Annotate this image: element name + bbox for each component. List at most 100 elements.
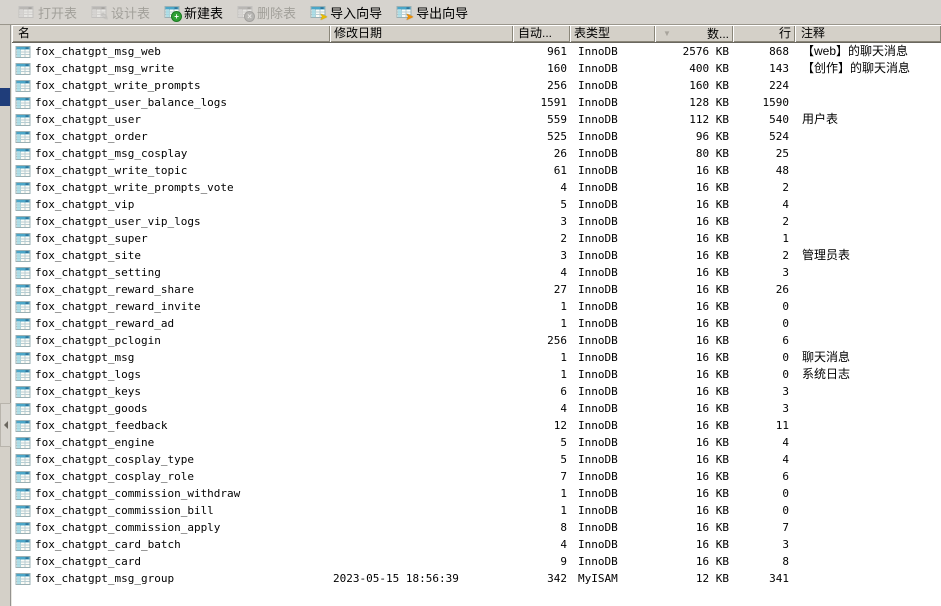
data-length-cell: 16 KB: [655, 417, 733, 434]
row-count-cell: 224: [733, 77, 795, 94]
table-name: fox_chatgpt_reward_share: [35, 281, 194, 298]
table-type-cell: InnoDB: [570, 60, 655, 77]
row-count-cell: 25: [733, 145, 795, 162]
table-row[interactable]: fox_chatgpt_vip 5 InnoDB 16 KB 4: [12, 196, 941, 213]
auto-increment-cell: 1591: [513, 94, 570, 111]
table-row[interactable]: fox_chatgpt_super 2 InnoDB 16 KB 1: [12, 230, 941, 247]
table-row[interactable]: fox_chatgpt_write_prompts_vote 4 InnoDB …: [12, 179, 941, 196]
table-name: fox_chatgpt_msg: [35, 349, 134, 366]
table-row[interactable]: fox_chatgpt_cosplay_role 7 InnoDB 16 KB …: [12, 468, 941, 485]
auto-increment-cell: 8: [513, 519, 570, 536]
table-name: fox_chatgpt_logs: [35, 366, 141, 383]
table-row[interactable]: fox_chatgpt_goods 4 InnoDB 16 KB 3: [12, 400, 941, 417]
table-row[interactable]: fox_chatgpt_order 525 InnoDB 96 KB 524: [12, 128, 941, 145]
auto-increment-cell: 525: [513, 128, 570, 145]
table-row[interactable]: fox_chatgpt_reward_ad 1 InnoDB 16 KB 0: [12, 315, 941, 332]
column-header-name[interactable]: 名: [12, 25, 330, 42]
table-row[interactable]: fox_chatgpt_user 559 InnoDB 112 KB 540 用…: [12, 111, 941, 128]
row-count-cell: 868: [733, 43, 795, 60]
row-count-cell: 26: [733, 281, 795, 298]
design-table-button[interactable]: ✎ 设计表: [87, 0, 158, 24]
table-type-cell: InnoDB: [570, 43, 655, 60]
export-wizard-button[interactable]: ➤ 导出向导: [392, 0, 476, 24]
table-row[interactable]: fox_chatgpt_write_topic 61 InnoDB 16 KB …: [12, 162, 941, 179]
data-length-cell: 16 KB: [655, 400, 733, 417]
table-icon: [15, 231, 31, 247]
table-row[interactable]: fox_chatgpt_pclogin 256 InnoDB 16 KB 6: [12, 332, 941, 349]
table-row[interactable]: fox_chatgpt_user_vip_logs 3 InnoDB 16 KB…: [12, 213, 941, 230]
table-row[interactable]: fox_chatgpt_user_balance_logs 1591 InnoD…: [12, 94, 941, 111]
table-icon: [15, 469, 31, 485]
table-row[interactable]: fox_chatgpt_reward_share 27 InnoDB 16 KB…: [12, 281, 941, 298]
table-row[interactable]: fox_chatgpt_reward_invite 1 InnoDB 16 KB…: [12, 298, 941, 315]
table-icon: [15, 248, 31, 264]
table-row[interactable]: fox_chatgpt_commission_bill 1 InnoDB 16 …: [12, 502, 941, 519]
column-header-data-length-label: 数...: [707, 26, 729, 42]
table-icon: [15, 197, 31, 213]
row-count-cell: 0: [733, 315, 795, 332]
column-header-table-type[interactable]: 表类型: [570, 25, 655, 42]
table-row[interactable]: fox_chatgpt_msg_write 160 InnoDB 400 KB …: [12, 60, 941, 77]
table-icon: [15, 384, 31, 400]
table-icon: [15, 367, 31, 383]
row-count-cell: 7: [733, 519, 795, 536]
auto-increment-cell: 256: [513, 77, 570, 94]
auto-increment-cell: 61: [513, 162, 570, 179]
table-type-cell: InnoDB: [570, 162, 655, 179]
data-length-cell: 16 KB: [655, 315, 733, 332]
column-header-modified[interactable]: 修改日期: [330, 25, 513, 42]
table-name: fox_chatgpt_cosplay_role: [35, 468, 194, 485]
splitter-collapse-icon: [4, 421, 8, 429]
table-row[interactable]: fox_chatgpt_feedback 12 InnoDB 16 KB 11: [12, 417, 941, 434]
table-row[interactable]: fox_chatgpt_msg_cosplay 26 InnoDB 80 KB …: [12, 145, 941, 162]
column-header-auto-increment[interactable]: 自动...: [513, 25, 570, 42]
table-icon: [15, 129, 31, 145]
database-table-manager-window: 打开表 ✎ 设计表 + 新建表 × 删除表: [0, 0, 941, 606]
table-icon: [15, 435, 31, 451]
open-table-label: 打开表: [38, 3, 77, 22]
table-row[interactable]: fox_chatgpt_setting 4 InnoDB 16 KB 3: [12, 264, 941, 281]
new-table-label: 新建表: [184, 3, 223, 22]
table-row[interactable]: fox_chatgpt_logs 1 InnoDB 16 KB 0 系统日志: [12, 366, 941, 383]
table-row[interactable]: fox_chatgpt_commission_apply 8 InnoDB 16…: [12, 519, 941, 536]
delete-table-button[interactable]: × 删除表: [233, 0, 304, 24]
table-row[interactable]: fox_chatgpt_msg 1 InnoDB 16 KB 0 聊天消息: [12, 349, 941, 366]
table-row[interactable]: fox_chatgpt_card 9 InnoDB 16 KB 8: [12, 553, 941, 570]
table-name: fox_chatgpt_reward_ad: [35, 315, 174, 332]
table-icon: [15, 554, 31, 570]
row-count-cell: 1590: [733, 94, 795, 111]
table-row[interactable]: fox_chatgpt_msg_web 961 InnoDB 2576 KB 8…: [12, 43, 941, 60]
column-header-row-count[interactable]: 行: [733, 25, 795, 42]
column-header-data-length[interactable]: ▼ 数...: [655, 25, 733, 42]
table-row[interactable]: fox_chatgpt_keys 6 InnoDB 16 KB 3: [12, 383, 941, 400]
row-count-cell: 11: [733, 417, 795, 434]
import-wizard-button[interactable]: ➤ 导入向导: [306, 0, 390, 24]
row-count-cell: 4: [733, 451, 795, 468]
table-row[interactable]: fox_chatgpt_write_prompts 256 InnoDB 160…: [12, 77, 941, 94]
table-row[interactable]: fox_chatgpt_card_batch 4 InnoDB 16 KB 3: [12, 536, 941, 553]
design-table-label: 设计表: [111, 3, 150, 22]
data-length-cell: 16 KB: [655, 298, 733, 315]
panel-splitter-handle[interactable]: [0, 403, 11, 447]
new-table-button[interactable]: + 新建表: [160, 0, 231, 24]
row-count-cell: 8: [733, 553, 795, 570]
data-length-cell: 16 KB: [655, 196, 733, 213]
table-row[interactable]: fox_chatgpt_msg_group 2023-05-15 18:56:3…: [12, 570, 941, 587]
design-table-icon: ✎: [91, 4, 107, 20]
table-row[interactable]: fox_chatgpt_site 3 InnoDB 16 KB 2 管理员表: [12, 247, 941, 264]
column-header-comment[interactable]: 注释: [795, 25, 941, 42]
auto-increment-cell: 27: [513, 281, 570, 298]
table-row[interactable]: fox_chatgpt_engine 5 InnoDB 16 KB 4: [12, 434, 941, 451]
data-length-cell: 112 KB: [655, 111, 733, 128]
table-type-cell: InnoDB: [570, 451, 655, 468]
row-count-cell: 2: [733, 247, 795, 264]
open-table-button[interactable]: 打开表: [14, 0, 85, 24]
table-row[interactable]: fox_chatgpt_cosplay_type 5 InnoDB 16 KB …: [12, 451, 941, 468]
table-row[interactable]: fox_chatgpt_commission_withdraw 1 InnoDB…: [12, 485, 941, 502]
auto-increment-cell: 961: [513, 43, 570, 60]
table-type-cell: InnoDB: [570, 519, 655, 536]
row-count-cell: 2: [733, 213, 795, 230]
table-type-cell: InnoDB: [570, 536, 655, 553]
table-icon: [15, 503, 31, 519]
table-icon: [15, 112, 31, 128]
